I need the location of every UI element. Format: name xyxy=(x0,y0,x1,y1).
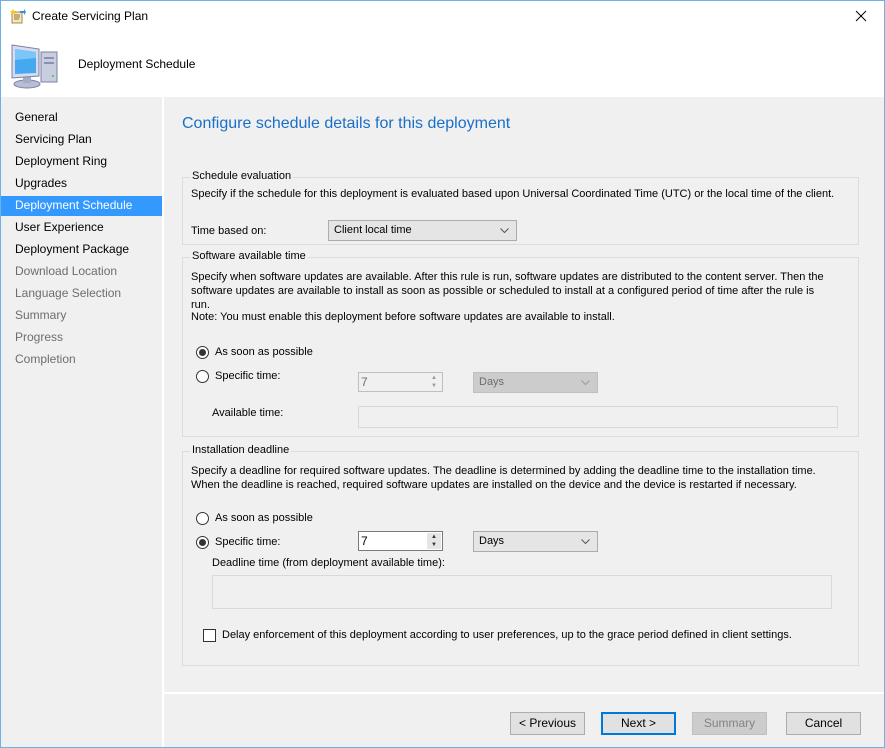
delay-enforcement-checkbox[interactable] xyxy=(203,629,216,642)
time-based-on-value: Client local time xyxy=(334,224,412,236)
available-time-unit-value: Days xyxy=(479,376,505,388)
spin-up-icon[interactable]: ▲ xyxy=(427,374,441,382)
time-based-on-dropdown[interactable]: Client local time xyxy=(328,220,517,241)
sidebar-item-completion: Completion xyxy=(15,352,76,366)
previous-button[interactable]: < Previous xyxy=(510,712,585,735)
computer-icon xyxy=(9,40,61,92)
chevron-down-icon xyxy=(500,221,509,247)
title-bar: Create Servicing Plan xyxy=(1,1,884,32)
sidebar-item-progress: Progress xyxy=(15,330,64,344)
schedule-evaluation-group: Schedule evaluation Specify if the sched… xyxy=(182,170,859,245)
deadline-time-field xyxy=(212,575,832,609)
available-asap-radio[interactable] xyxy=(196,346,209,359)
available-time-spinner[interactable]: 7 ▲ ▼ xyxy=(358,372,443,392)
software-available-time-group: Software available time Specify when sof… xyxy=(182,250,859,437)
sidebar-item-deployment-package[interactable]: Deployment Package xyxy=(1,240,162,260)
software-available-time-note: Note: You must enable this deployment be… xyxy=(191,311,615,323)
software-available-time-legend: Software available time xyxy=(190,250,308,262)
cancel-button[interactable]: Cancel xyxy=(786,712,861,735)
sidebar-item-language-selection: Language Selection xyxy=(15,286,122,300)
sidebar-item-servicing-plan[interactable]: Servicing Plan xyxy=(1,130,162,150)
deadline-time-unit-dropdown[interactable]: Days xyxy=(473,531,598,552)
sidebar-item-deployment-ring[interactable]: Deployment Ring xyxy=(1,152,162,172)
available-time-spinner-value: 7 xyxy=(361,375,368,389)
sidebar-item-general[interactable]: General xyxy=(1,108,162,128)
wizard-steps-sidebar: General Servicing Plan Deployment Ring U… xyxy=(1,97,162,747)
close-icon xyxy=(855,10,867,22)
deadline-time-label: Deadline time (from deployment available… xyxy=(212,557,445,569)
available-specific-time-radio[interactable] xyxy=(196,370,209,383)
main-panel: Configure schedule details for this depl… xyxy=(164,97,884,692)
available-specific-time-label[interactable]: Specific time: xyxy=(215,370,280,382)
time-based-on-label: Time based on: xyxy=(191,225,267,237)
deadline-time-unit-value: Days xyxy=(479,535,505,547)
wizard-window: Create Servicing Plan Deployment Schedul… xyxy=(0,0,885,748)
available-time-unit-dropdown[interactable]: Days xyxy=(473,372,598,393)
available-time-label: Available time: xyxy=(212,407,284,419)
deadline-specific-time-label[interactable]: Specific time: xyxy=(215,536,280,548)
deadline-specific-time-radio[interactable] xyxy=(196,536,209,549)
window-title: Create Servicing Plan xyxy=(32,9,149,23)
deadline-asap-radio[interactable] xyxy=(196,512,209,525)
deadline-time-spinner[interactable]: 7 ▲ ▼ xyxy=(358,531,443,551)
deadline-asap-label[interactable]: As soon as possible xyxy=(215,512,313,524)
page-title: Configure schedule details for this depl… xyxy=(182,115,511,132)
chevron-down-icon xyxy=(581,373,590,399)
wizard-header: Deployment Schedule xyxy=(1,32,884,97)
software-available-time-description: Specify when software updates are availa… xyxy=(191,271,824,311)
summary-button: Summary xyxy=(692,712,767,735)
delay-enforcement-label[interactable]: Delay enforcement of this deployment acc… xyxy=(222,629,792,641)
available-asap-label[interactable]: As soon as possible xyxy=(215,346,313,358)
spin-down-icon[interactable]: ▼ xyxy=(427,382,441,390)
schedule-evaluation-legend: Schedule evaluation xyxy=(190,170,294,182)
available-time-field xyxy=(358,406,838,428)
wizard-icon xyxy=(10,8,26,24)
installation-deadline-group: Installation deadline Specify a deadline… xyxy=(182,444,859,666)
installation-deadline-legend: Installation deadline xyxy=(190,444,292,456)
deadline-time-spinner-value: 7 xyxy=(361,534,368,548)
header-title: Deployment Schedule xyxy=(78,57,196,71)
close-button[interactable] xyxy=(838,1,884,31)
sidebar-item-user-experience[interactable]: User Experience xyxy=(1,218,162,238)
wizard-footer: < Previous Next > Summary Cancel xyxy=(164,694,884,747)
sidebar-item-summary: Summary xyxy=(15,308,67,322)
next-button[interactable]: Next > xyxy=(601,712,676,735)
spin-down-icon[interactable]: ▼ xyxy=(427,541,441,549)
schedule-evaluation-description: Specify if the schedule for this deploym… xyxy=(191,188,835,200)
sidebar-item-upgrades[interactable]: Upgrades xyxy=(1,174,162,194)
chevron-down-icon xyxy=(581,532,590,558)
sidebar-item-deployment-schedule[interactable]: Deployment Schedule xyxy=(1,196,162,216)
sidebar-item-download-location: Download Location xyxy=(15,264,118,278)
installation-deadline-description: Specify a deadline for required software… xyxy=(191,465,816,491)
spin-up-icon[interactable]: ▲ xyxy=(427,533,441,541)
